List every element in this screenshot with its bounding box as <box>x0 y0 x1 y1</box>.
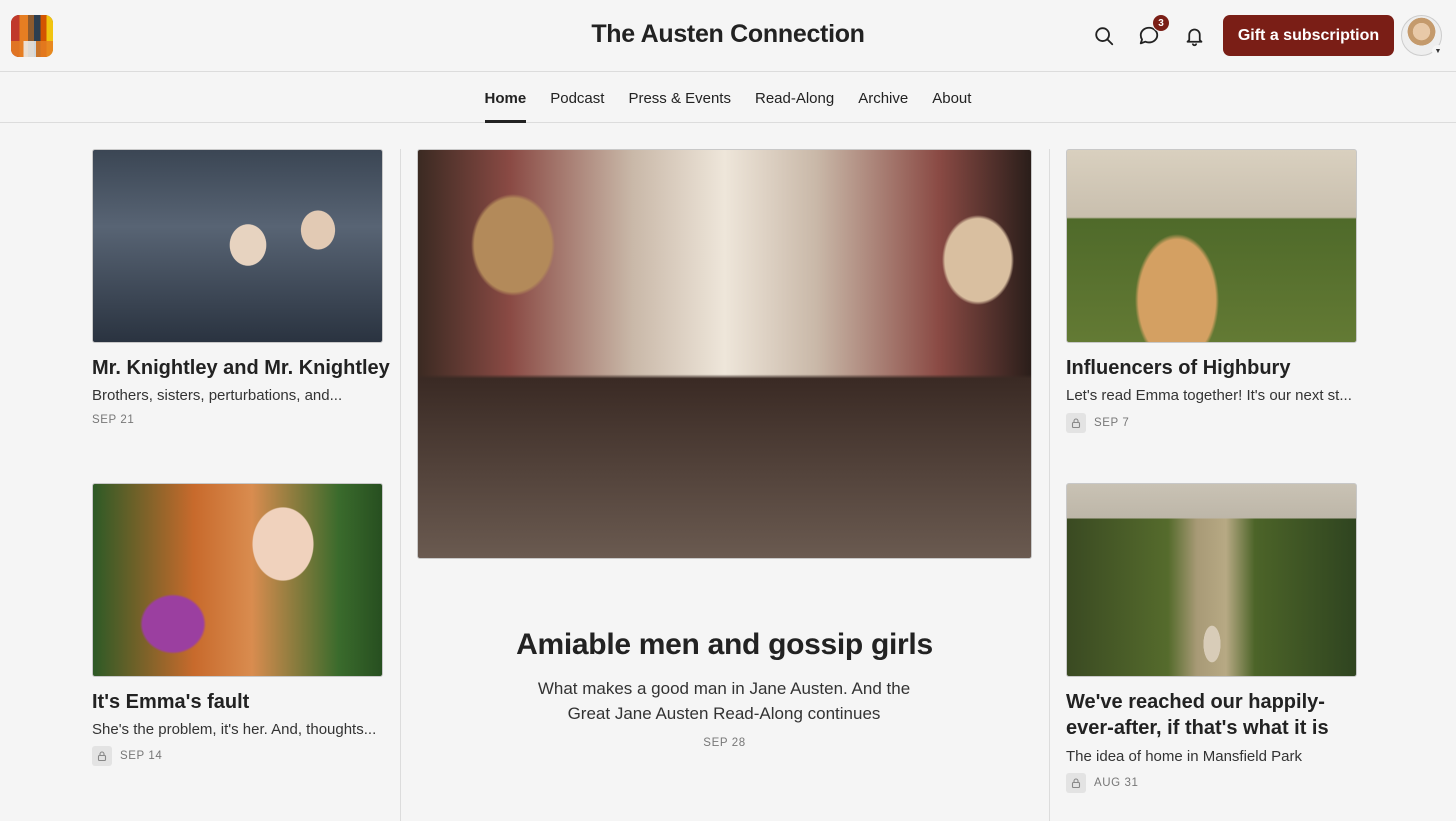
column-divider <box>400 149 401 821</box>
featured-post-image[interactable] <box>417 149 1032 559</box>
post-subtitle: The idea of home in Mansfield Park <box>1066 748 1302 765</box>
message-count-badge: 3 <box>1152 14 1170 32</box>
post-title[interactable]: We've reached our happily-ever-after, if… <box>1066 689 1356 741</box>
post-date-text: AUG 31 <box>1094 777 1139 789</box>
column-divider <box>1049 149 1050 821</box>
lock-icon <box>1066 413 1086 433</box>
post-date-text: SEP 14 <box>120 750 163 762</box>
post-date: SEP 21 <box>92 414 134 426</box>
nav-about[interactable]: About <box>920 73 983 123</box>
search-button[interactable] <box>1092 24 1116 48</box>
nav-home[interactable]: Home <box>473 73 539 123</box>
site-header: The Austen Connection 3 Gift a subscript… <box>0 0 1456 72</box>
post-title[interactable]: It's Emma's fault <box>92 689 392 715</box>
search-icon <box>1095 27 1114 46</box>
bell-icon <box>1186 28 1202 46</box>
post-subtitle: She's the problem, it's her. And, though… <box>92 721 377 738</box>
site-logo[interactable] <box>11 15 53 57</box>
post-subtitle: Let's read Emma together! It's our next … <box>1066 387 1352 404</box>
post-date-text: SEP 21 <box>92 414 135 426</box>
nav-archive[interactable]: Archive <box>846 73 920 123</box>
post-date: SEP 7 <box>1066 413 1129 433</box>
lock-icon <box>1066 773 1086 793</box>
gift-subscription-button[interactable]: Gift a subscription <box>1223 15 1394 56</box>
nav-read-along[interactable]: Read-Along <box>743 73 846 123</box>
chevron-down-icon[interactable]: ▼ <box>1432 45 1444 57</box>
featured-post-subtitle: What makes a good man in Jane Austen. An… <box>537 679 911 723</box>
post-thumbnail[interactable] <box>92 483 383 677</box>
post-title[interactable]: Mr. Knightley and Mr. Knightley <box>92 355 392 381</box>
post-title[interactable]: Influencers of Highbury <box>1066 355 1366 381</box>
post-thumbnail[interactable] <box>1066 483 1357 677</box>
featured-post-title[interactable]: Amiable men and gossip girls <box>417 628 1032 662</box>
post-date: AUG 31 <box>1066 773 1139 793</box>
post-date: SEP 14 <box>92 746 162 766</box>
post-subtitle: Brothers, sisters, perturbations, and... <box>92 387 343 404</box>
lock-icon <box>92 746 112 766</box>
nav-press-events[interactable]: Press & Events <box>616 73 743 123</box>
main-nav: Home Podcast Press & Events Read-Along A… <box>0 73 1456 123</box>
post-thumbnail[interactable] <box>1066 149 1357 343</box>
featured-post-date: SEP 28 <box>703 737 746 749</box>
post-date-text: SEP 7 <box>1094 417 1130 429</box>
notifications-button[interactable] <box>1182 24 1206 48</box>
nav-podcast[interactable]: Podcast <box>538 73 616 123</box>
post-thumbnail[interactable] <box>92 149 383 343</box>
